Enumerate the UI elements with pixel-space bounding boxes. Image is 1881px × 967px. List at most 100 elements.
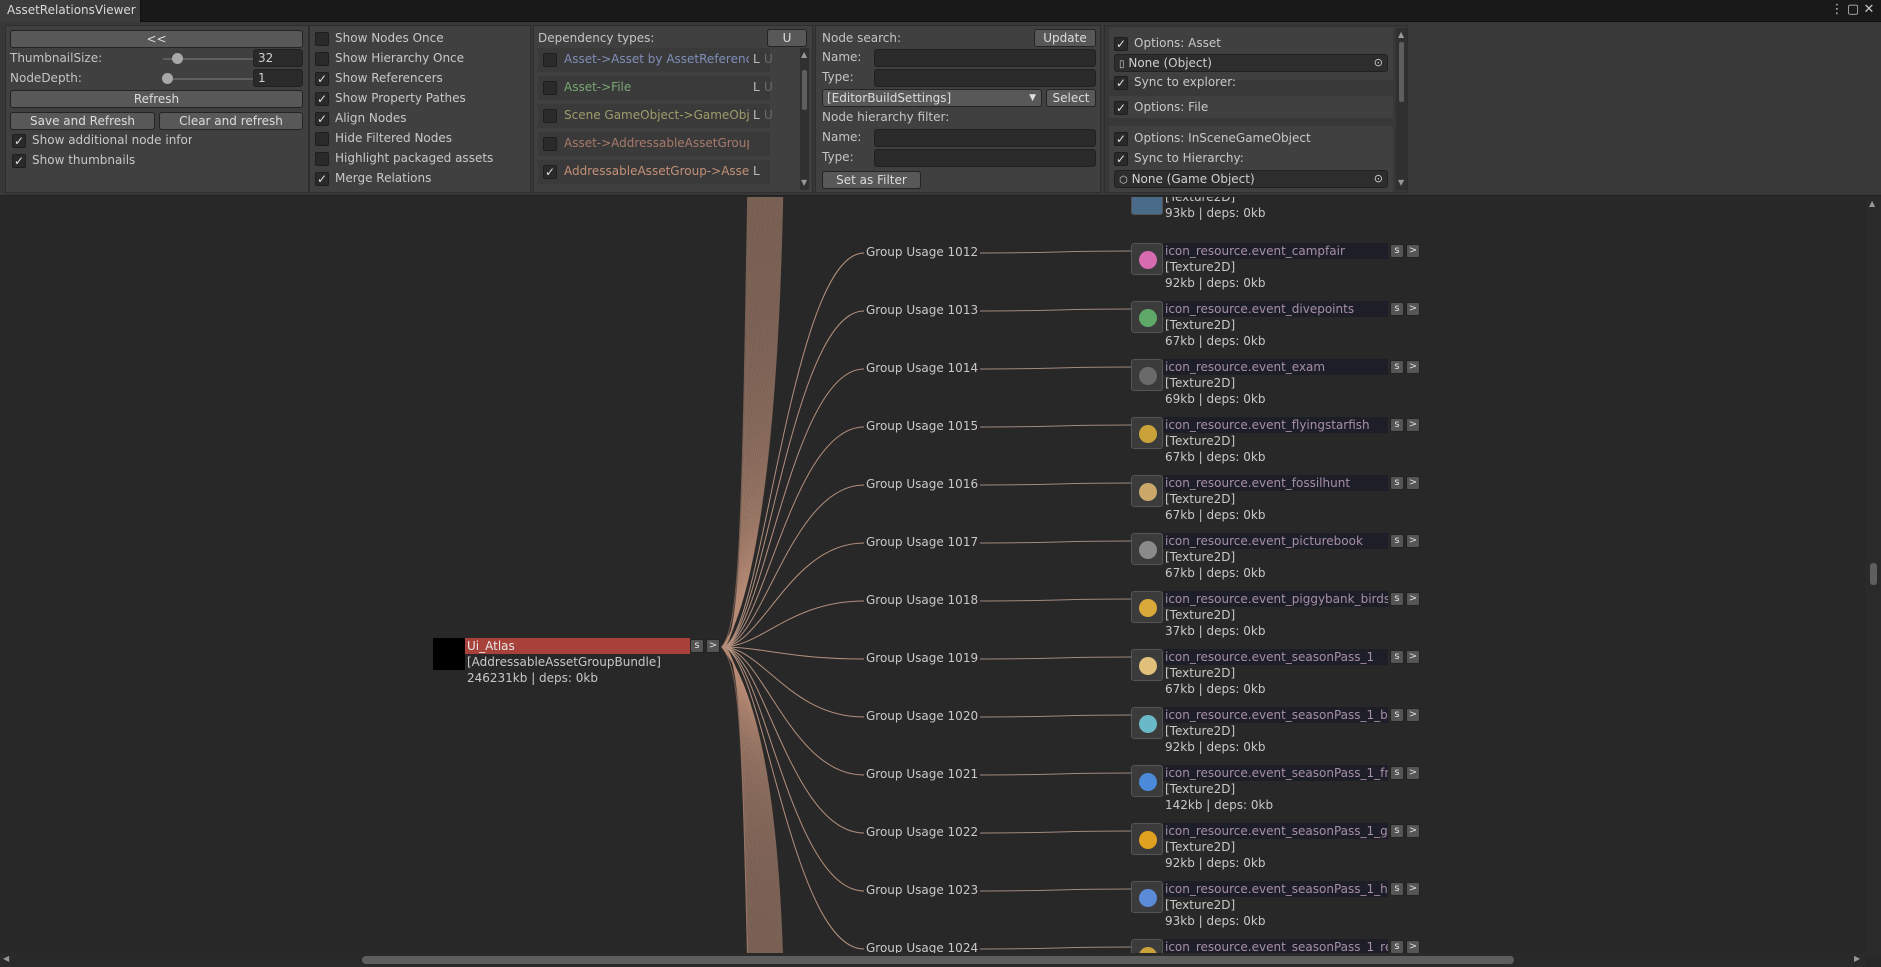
expand-asset-button[interactable]: > — [1406, 302, 1420, 316]
asset-node[interactable]: icon_resource.event_seasonPass_1_hand s > [… — [1131, 881, 1421, 937]
thumbnail-size-field[interactable]: 32 — [253, 49, 303, 67]
group-usage-label[interactable]: Group Usage 1020 — [864, 709, 981, 723]
root-node-title[interactable]: Ui_Atlas — [465, 638, 690, 654]
object-picker-icon[interactable]: ⊙ — [1374, 171, 1383, 187]
expand-asset-button[interactable]: > — [1406, 650, 1420, 664]
local-flag[interactable]: L — [753, 52, 760, 66]
expand-asset-button[interactable]: > — [1406, 882, 1420, 896]
node-depth-slider[interactable] — [163, 78, 253, 80]
group-usage-label[interactable]: Group Usage 1018 — [864, 593, 981, 607]
dependency-type-row[interactable]: ✓ AddressableAssetGroup->Asset L — [538, 160, 770, 184]
asset-node-title[interactable]: icon_resource.event_piggybank_birdseed — [1163, 591, 1388, 607]
option-toggle[interactable]: Hide Filtered Nodes — [315, 130, 525, 148]
asset-node[interactable]: icon_resource.event_fossilhunt s > [Texture… — [1131, 475, 1421, 531]
update-flag[interactable]: U — [764, 52, 773, 66]
clear-and-refresh-button[interactable]: Clear and refresh — [159, 112, 303, 130]
asset-node[interactable]: icon_resource.event_campfair s > [Texture2D… — [1131, 243, 1421, 299]
maximize-icon[interactable]: ▢ — [1846, 2, 1860, 18]
window-tab[interactable]: AssetRelationsViewer — [0, 0, 141, 22]
asset-node[interactable]: icon_resource.event_divepoints s > [Texture… — [1131, 301, 1421, 357]
scroll-up-icon[interactable]: ▲ — [801, 50, 807, 59]
asset-object-field[interactable]: ▯ None (Object) ⊙ — [1114, 54, 1388, 72]
checkbox[interactable]: ✓ — [315, 172, 329, 186]
checkbox[interactable] — [543, 109, 557, 123]
expand-asset-button[interactable]: > — [1406, 476, 1420, 490]
asset-node[interactable]: icon_resource.event_exam s > [Texture2D] 69k… — [1131, 359, 1421, 415]
asset-node-title[interactable]: icon_resource.event_exam — [1163, 359, 1388, 375]
show-thumbnails-toggle[interactable]: ✓ Show thumbnails — [12, 152, 192, 170]
asset-options-scrollbar[interactable]: ▲ ▼ — [1396, 28, 1407, 190]
options-ingame-toggle[interactable]: ✓ Options: InSceneGameObject — [1114, 130, 1364, 148]
set-as-filter-button[interactable]: Set as Filter — [822, 171, 921, 189]
search-type-field[interactable] — [874, 69, 1096, 87]
asset-node-title[interactable]: icon_resource.event_seasonPass_1_hand — [1163, 881, 1388, 897]
asset-node-title[interactable]: icon_resource.event_seasonPass_1_free — [1163, 765, 1388, 781]
local-flag[interactable]: L — [753, 108, 760, 122]
asset-node-title[interactable]: icon_resource.event_seasonPass_1_bonus — [1163, 707, 1388, 723]
select-asset-button[interactable]: s — [1390, 302, 1404, 316]
checkbox[interactable]: ✓ — [543, 165, 557, 179]
options-file-toggle[interactable]: ✓ Options: File — [1114, 99, 1314, 117]
checkbox[interactable]: ✓ — [1114, 132, 1128, 146]
asset-node[interactable]: icon_resource.event_seasonPass_1_bonuss>… — [1131, 707, 1421, 763]
expand-asset-button[interactable]: > — [1406, 592, 1420, 606]
select-asset-button[interactable]: s — [1390, 592, 1404, 606]
scroll-left-icon[interactable]: ◀ — [3, 954, 9, 963]
thumbnail-size-knob[interactable] — [172, 53, 183, 64]
dependency-type-row[interactable]: Asset->Asset by AssetReference L U — [538, 48, 773, 72]
asset-node-partial[interactable]: [Texture2D] 93kb | deps: 0kb — [1131, 197, 1421, 239]
checkbox[interactable]: ✓ — [12, 154, 26, 168]
checkbox[interactable]: ✓ — [1114, 152, 1128, 166]
options-asset-toggle[interactable]: ✓ Options: Asset — [1114, 35, 1314, 53]
select-asset-button[interactable]: s — [1390, 708, 1404, 722]
asset-node[interactable]: icon_resource.event_seasonPass_1 s > [Textu… — [1131, 649, 1421, 705]
option-toggle[interactable]: ✓ Merge Relations — [315, 170, 525, 188]
group-usage-label[interactable]: Group Usage 1017 — [864, 535, 981, 549]
group-usage-label[interactable]: Group Usage 1012 — [864, 245, 981, 259]
checkbox[interactable]: ✓ — [315, 92, 329, 106]
show-additional-info-toggle[interactable]: ✓ Show additional node informa — [12, 132, 192, 150]
expand-asset-button[interactable]: > — [1406, 824, 1420, 838]
expand-asset-button[interactable]: > — [1406, 244, 1420, 258]
checkbox[interactable]: ✓ — [315, 72, 329, 86]
option-toggle[interactable]: ✓ Show Referencers — [315, 70, 525, 88]
kebab-menu-icon[interactable]: ⋮ — [1830, 2, 1844, 18]
object-picker-icon[interactable]: ⊙ — [1374, 55, 1383, 71]
asset-node[interactable]: icon_resource.event_seasonPass_1_gold s > [… — [1131, 823, 1421, 879]
asset-node-title[interactable]: icon_resource.event_seasonPass_1_gold — [1163, 823, 1388, 839]
select-button[interactable]: Select — [1046, 89, 1096, 107]
graph-vertical-scrollbar[interactable]: ▲ — [1866, 197, 1881, 955]
group-usage-label[interactable]: Group Usage 1013 — [864, 303, 981, 317]
vertical-scroll-thumb[interactable] — [1870, 563, 1877, 585]
root-select-button[interactable]: s — [690, 639, 704, 653]
save-and-refresh-button[interactable]: Save and Refresh — [10, 112, 155, 130]
checkbox[interactable] — [315, 52, 329, 66]
filter-type-field[interactable] — [874, 149, 1096, 167]
scrollbar-thumb[interactable] — [802, 70, 807, 110]
asset-node-title[interactable]: icon_resource.event_picturebook — [1163, 533, 1388, 549]
checkbox[interactable]: ✓ — [1114, 76, 1128, 90]
collapse-button[interactable]: << — [10, 30, 303, 48]
checkbox[interactable]: ✓ — [315, 112, 329, 126]
option-toggle[interactable]: Show Nodes Once — [315, 30, 525, 48]
u-button[interactable]: U — [767, 29, 807, 47]
expand-asset-button[interactable]: > — [1406, 708, 1420, 722]
checkbox[interactable] — [543, 81, 557, 95]
select-asset-button[interactable]: s — [1390, 882, 1404, 896]
refresh-button[interactable]: Refresh — [10, 90, 303, 108]
checkbox[interactable] — [543, 137, 557, 151]
checkbox[interactable]: ✓ — [12, 134, 26, 148]
node-depth-field[interactable]: 1 — [253, 69, 303, 87]
checkbox[interactable] — [315, 152, 329, 166]
group-usage-label[interactable]: Group Usage 1014 — [864, 361, 981, 375]
root-node[interactable]: Ui_Atlas s > [AddressableAssetGroupBundl… — [433, 638, 723, 694]
sync-to-explorer-toggle[interactable]: ✓ Sync to explorer: — [1114, 74, 1314, 92]
local-flag[interactable]: L — [753, 164, 760, 178]
option-toggle[interactable]: Highlight packaged assets — [315, 150, 525, 168]
asset-node-title[interactable]: icon_resource.event_campfair — [1163, 243, 1388, 259]
asset-node-title[interactable]: icon_resource.event_divepoints — [1163, 301, 1388, 317]
checkbox[interactable] — [543, 53, 557, 67]
expand-asset-button[interactable]: > — [1406, 360, 1420, 374]
checkbox[interactable]: ✓ — [1114, 37, 1128, 51]
dependency-type-row[interactable]: Asset->AddressableAssetGroup — [538, 132, 770, 156]
